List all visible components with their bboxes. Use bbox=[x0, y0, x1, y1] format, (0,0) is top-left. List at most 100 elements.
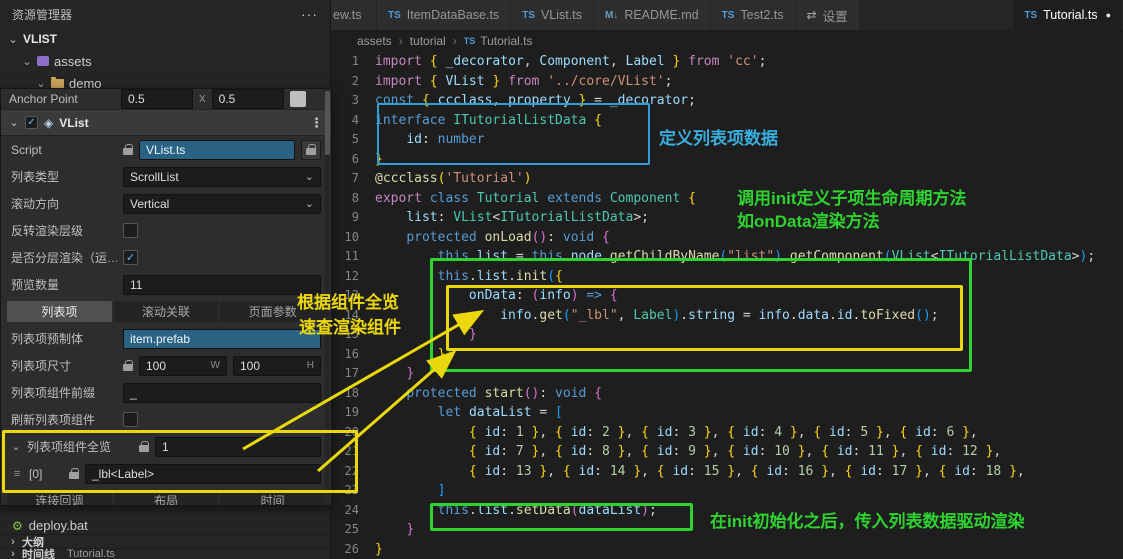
lock-icon[interactable] bbox=[123, 360, 133, 371]
dropdown-select[interactable]: Vertical ⌄ bbox=[123, 193, 321, 214]
breadcrumb-item-assets[interactable]: assets bbox=[357, 34, 392, 48]
checkbox[interactable]: ✓ bbox=[123, 223, 138, 238]
code-token: ; bbox=[664, 73, 673, 89]
inspector-scrollbar[interactable] bbox=[325, 89, 330, 505]
code-line[interactable]: 18 protected start(): void { bbox=[331, 384, 1123, 404]
anchor-y-field[interactable]: 0.5 bbox=[211, 89, 284, 109]
code-token: : bbox=[672, 444, 689, 459]
editor-tabbar: ew.ts TS ItemDataBase.ts TS VList.ts M↓ README… bbox=[331, 0, 1123, 30]
tab-Test2.ts[interactable]: TS Test2.ts bbox=[710, 0, 796, 30]
code-line[interactable]: 1 import { _decorator, Component, Label }… bbox=[331, 52, 1123, 72]
tab-设置[interactable]: ⇄ 设置 bbox=[795, 0, 860, 30]
code-token: toFixed bbox=[860, 307, 916, 323]
lock-button[interactable] bbox=[301, 139, 321, 160]
code-line[interactable]: 10 protected onLoad(): void { bbox=[331, 228, 1123, 248]
code-line[interactable]: 5 id: number bbox=[331, 130, 1123, 150]
component-enabled-checkbox[interactable]: ✓ bbox=[25, 116, 38, 129]
code-line[interactable]: 4 interface ITutorialListData { bbox=[331, 111, 1123, 131]
width-field[interactable]: 100 W bbox=[139, 355, 227, 376]
tab-README.md[interactable]: M↓ README.md bbox=[593, 0, 711, 30]
chevron-down-icon: ⌄ bbox=[22, 55, 32, 68]
inspector-tab-页面参数[interactable]: 页面参数 bbox=[220, 301, 326, 322]
code-line[interactable]: 13 onData: (info) => { bbox=[331, 286, 1123, 306]
code-line[interactable]: 11 this.list = this.node.getChildByName(… bbox=[331, 247, 1123, 267]
code-line[interactable]: 8 export class Tutorial extends Component… bbox=[331, 189, 1123, 209]
tree-item-VLIST[interactable]: ⌄ VLIST bbox=[0, 28, 330, 50]
code-line[interactable]: 3 const { ccclass, property } = _decorato… bbox=[331, 91, 1123, 111]
value-field[interactable]: _lbl<Label> bbox=[85, 463, 321, 484]
code-token: id bbox=[930, 444, 947, 459]
line-content: this.list.init({ bbox=[375, 267, 563, 287]
inspector-tab-滚动关联[interactable]: 滚动关联 bbox=[113, 301, 219, 322]
checkbox[interactable]: ✓ bbox=[123, 412, 138, 427]
breadcrumb-item-tutorial[interactable]: tutorial bbox=[410, 34, 446, 48]
line-content: } bbox=[375, 150, 383, 170]
inspector-component-header[interactable]: ⌄ ✓ ◈ VList ⋮ bbox=[1, 109, 331, 136]
value-field[interactable]: VList.ts bbox=[139, 139, 295, 160]
code-token: } bbox=[875, 424, 884, 440]
height-field[interactable]: 100 H bbox=[233, 355, 321, 376]
code-line[interactable]: 19 let dataList = [ bbox=[331, 403, 1123, 423]
code-line[interactable]: 17 } bbox=[331, 364, 1123, 384]
inspector-tab-布局[interactable]: 布局 bbox=[113, 490, 219, 505]
code-line[interactable]: 9 list: VList<ITutorialListData>; bbox=[331, 208, 1123, 228]
code-line[interactable]: 20 { id: 1 }, { id: 2 }, { id: 3 }, { id… bbox=[331, 423, 1123, 443]
code-line[interactable]: 21 { id: 7 }, { id: 8 }, { id: 9 }, { id… bbox=[331, 442, 1123, 462]
value-field[interactable]: _ bbox=[123, 382, 321, 403]
anchor-x-field[interactable]: 0.5 bbox=[121, 89, 193, 109]
code-editor[interactable]: 1 import { _decorator, Component, Label }… bbox=[331, 52, 1123, 559]
code-token: , bbox=[1016, 463, 1025, 479]
code-line[interactable]: 2 import { VList } from '../core/VList'; bbox=[331, 72, 1123, 92]
code-token: string bbox=[688, 307, 736, 323]
code-line[interactable]: 14 info.get("_lbl", Label).string = info… bbox=[331, 306, 1123, 326]
code-line[interactable]: 7 @ccclass('Tutorial') bbox=[331, 169, 1123, 189]
chevron-down-icon[interactable]: ⌄ bbox=[11, 440, 21, 453]
more-actions-icon[interactable]: ··· bbox=[301, 6, 318, 22]
code-line[interactable]: 24 this.list.setData(dataList); bbox=[331, 501, 1123, 521]
code-line[interactable]: 15 } bbox=[331, 325, 1123, 345]
code-token: , bbox=[492, 93, 509, 108]
code-line[interactable]: 16 }) bbox=[331, 345, 1123, 365]
value-field[interactable]: 1 bbox=[155, 436, 321, 457]
checkbox[interactable]: ✓ bbox=[123, 250, 138, 265]
code-line[interactable]: 26} bbox=[331, 540, 1123, 559]
inspector-rows: Script VList.ts 列表类型 ScrollList ⌄ 滚动方向 Vertica… bbox=[1, 136, 331, 505]
anchor-extra-box[interactable] bbox=[289, 91, 306, 107]
tab-label: ew.ts bbox=[333, 8, 362, 22]
value-field[interactable]: item.prefab bbox=[123, 328, 321, 349]
section-timeline[interactable]: › 时间线 Tutorial.ts bbox=[0, 548, 329, 559]
value-field[interactable]: 11 bbox=[123, 274, 321, 295]
lock-icon[interactable] bbox=[69, 468, 79, 479]
tab-ew.ts[interactable]: ew.ts bbox=[331, 0, 377, 30]
inspector-tab-连接回调[interactable]: 连接回调 bbox=[7, 490, 112, 505]
file-deploy-bat[interactable]: ⚙ deploy.bat bbox=[0, 517, 329, 534]
code-token: Component bbox=[539, 54, 610, 69]
code-line[interactable]: 22 { id: 13 }, { id: 14 }, { id: 15 }, {… bbox=[331, 462, 1123, 482]
inspector-tab-列表项[interactable]: 列表项 bbox=[7, 301, 112, 322]
code-line[interactable]: 25 } bbox=[331, 520, 1123, 540]
code-token: : bbox=[437, 210, 454, 225]
breadcrumb-label: tutorial bbox=[409, 34, 446, 48]
dropdown-select[interactable]: ScrollList ⌄ bbox=[123, 166, 321, 187]
drag-handle-icon[interactable]: ≡ bbox=[11, 468, 23, 480]
code-token: { bbox=[844, 463, 853, 479]
kebab-menu-icon[interactable]: ⋮ bbox=[310, 115, 323, 131]
code-token: { bbox=[813, 424, 822, 440]
code-token: from bbox=[688, 54, 720, 69]
lock-icon[interactable] bbox=[139, 441, 149, 452]
lock-icon[interactable] bbox=[123, 144, 133, 155]
tab-ItemDataBase.ts[interactable]: TS ItemDataBase.ts bbox=[377, 0, 512, 30]
code-line[interactable]: 23 ] bbox=[331, 481, 1123, 501]
tab-Tutorial.ts[interactable]: TS Tutorial.ts ● bbox=[1013, 0, 1123, 30]
lock-icon[interactable] bbox=[306, 144, 316, 155]
code-line[interactable]: 12 this.list.init({ bbox=[331, 267, 1123, 287]
tab-VList.ts[interactable]: TS VList.ts bbox=[511, 0, 594, 30]
breadcrumb-item-Tutorial.ts[interactable]: TS Tutorial.ts bbox=[464, 34, 533, 48]
tree-item-assets[interactable]: ⌄ assets bbox=[0, 50, 330, 72]
code-line[interactable]: 6} bbox=[331, 150, 1123, 170]
chevron-down-icon: ⌄ bbox=[304, 198, 314, 210]
inspector-tab-时间[interactable]: 时间 bbox=[220, 490, 326, 505]
